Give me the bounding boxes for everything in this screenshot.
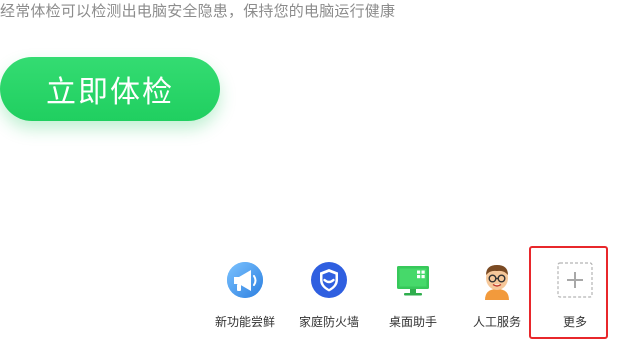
tool-label: 家庭防火墙 <box>298 315 359 329</box>
megaphone-icon <box>223 258 267 302</box>
tool-home-firewall[interactable]: 家庭防火墙 <box>287 258 371 330</box>
tool-more[interactable]: 更多 <box>533 258 617 330</box>
support-agent-icon <box>475 258 519 302</box>
tool-label: 桌面助手 <box>388 315 437 329</box>
checkup-page: 经常体检可以检测出电脑安全隐患，保持您的电脑运行健康 立即体检 新功能尝鲜 家庭… <box>0 0 620 342</box>
tool-label: 新功能尝鲜 <box>214 315 275 329</box>
tool-label: 人工服务 <box>472 315 521 329</box>
tool-bar: 新功能尝鲜 家庭防火墙 桌面助手 人工服务 更多 <box>0 0 620 342</box>
monitor-icon <box>391 258 435 302</box>
tool-desktop-assistant[interactable]: 桌面助手 <box>371 258 455 330</box>
plus-icon <box>553 258 597 302</box>
tool-label: 更多 <box>562 315 587 329</box>
tool-manual-service[interactable]: 人工服务 <box>455 258 539 330</box>
tool-new-features[interactable]: 新功能尝鲜 <box>203 258 287 330</box>
shield-icon <box>307 258 351 302</box>
